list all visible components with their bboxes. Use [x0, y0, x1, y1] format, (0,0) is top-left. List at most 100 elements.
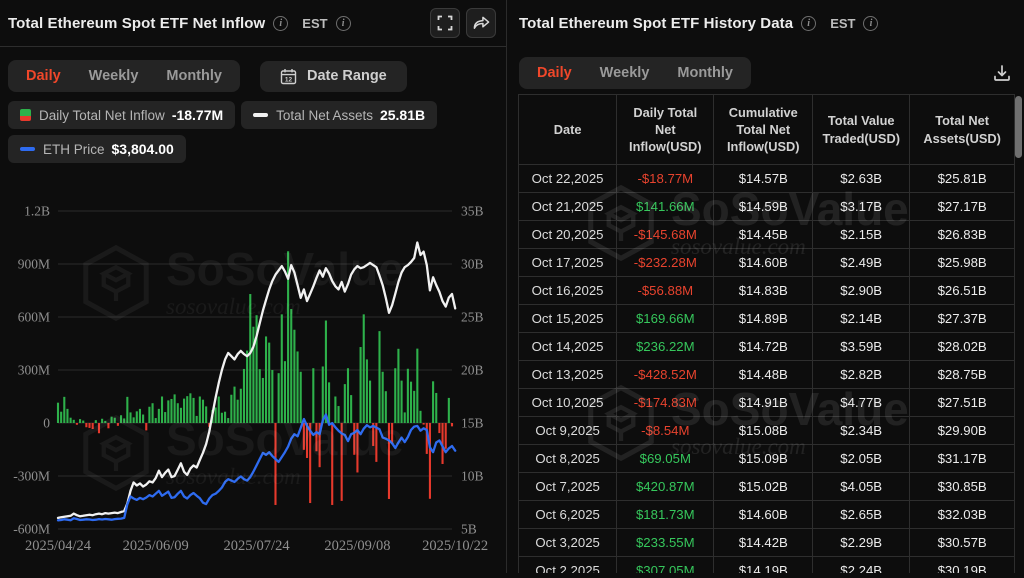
inflow-bar [385, 391, 387, 423]
y-axis-label-right: 5B [461, 522, 477, 537]
table-row[interactable]: Oct 16,2025-$56.88M$14.83B$2.90B$26.51B [519, 277, 1015, 305]
tab-monthly[interactable]: Monthly [677, 65, 733, 81]
y-axis-label-right: 30B [461, 257, 484, 272]
cumulative-cell: $14.72B [714, 333, 813, 361]
y-axis-label-right: 35B [461, 204, 484, 219]
inflow-cell: $236.22M [617, 333, 714, 361]
col-header-cumulative: Cumulative Total Net Inflow(USD) [714, 95, 813, 165]
inflow-bar [419, 411, 421, 423]
table-row[interactable]: Oct 20,2025-$145.68M$14.45B$2.15B$26.83B [519, 221, 1015, 249]
period-tab-group: Daily Weekly Monthly [519, 57, 751, 89]
assets-cell: $30.85B [910, 473, 1015, 501]
traded-cell: $2.15B [813, 221, 910, 249]
legend-item-eth-price[interactable]: ETH Price $3,804.00 [8, 135, 186, 163]
inflow-cell: $141.66M [617, 193, 714, 221]
inflow-bar [233, 387, 235, 423]
traded-cell: $4.05B [813, 473, 910, 501]
inflow-bar [221, 413, 223, 423]
inflow-bar [133, 417, 135, 423]
table-row[interactable]: Oct 17,2025-$232.28M$14.60B$2.49B$25.98B [519, 249, 1015, 277]
assets-cell: $27.51B [910, 389, 1015, 417]
period-tab-group: Daily Weekly Monthly [8, 60, 240, 92]
inflow-bar [293, 330, 295, 423]
page-title: Total Ethereum Spot ETF Net Inflow [8, 15, 265, 32]
inflow-bar [111, 417, 113, 423]
inflow-bar [401, 381, 403, 423]
table-row[interactable]: Oct 3,2025$233.55M$14.42B$2.29B$30.57B [519, 529, 1015, 557]
date-cell: Oct 10,2025 [519, 389, 617, 417]
tab-daily[interactable]: Daily [537, 65, 572, 81]
traded-cell: $2.90B [813, 277, 910, 305]
traded-cell: $2.63B [813, 165, 910, 193]
date-range-button[interactable]: 12 Date Range [260, 61, 407, 92]
cumulative-cell: $14.57B [714, 165, 813, 193]
info-icon[interactable]: i [801, 16, 816, 31]
traded-cell: $2.34B [813, 417, 910, 445]
x-axis-label: 2025/09/08 [324, 538, 390, 554]
inflow-bar [95, 420, 97, 423]
inflow-bar [344, 384, 346, 423]
inflow-bar [432, 381, 434, 423]
tab-weekly[interactable]: Weekly [600, 65, 650, 81]
date-cell: Oct 21,2025 [519, 193, 617, 221]
tab-monthly[interactable]: Monthly [166, 68, 222, 84]
inflow-bar [397, 349, 399, 423]
x-axis-label: 2025/04/24 [25, 538, 92, 554]
assets-cell: $25.81B [910, 165, 1015, 193]
legend-item-net-assets[interactable]: Total Net Assets 25.81B [241, 101, 437, 129]
cumulative-cell: $15.08B [714, 417, 813, 445]
table-row[interactable]: Oct 9,2025-$8.54M$15.08B$2.34B$29.90B [519, 417, 1015, 445]
assets-cell: $29.90B [910, 417, 1015, 445]
download-button[interactable] [992, 63, 1012, 83]
inflow-cell: -$18.77M [617, 165, 714, 193]
tab-weekly[interactable]: Weekly [89, 68, 139, 84]
table-row[interactable]: Oct 6,2025$181.73M$14.60B$2.65B$32.03B [519, 501, 1015, 529]
inflow-cell: $69.05M [617, 445, 714, 473]
tab-daily[interactable]: Daily [26, 68, 61, 84]
traded-cell: $2.29B [813, 529, 910, 557]
inflow-bar [243, 369, 245, 423]
inflow-bar [189, 393, 191, 423]
table-row[interactable]: Oct 8,2025$69.05M$15.09B$2.05B$31.17B [519, 445, 1015, 473]
table-row[interactable]: Oct 7,2025$420.87M$15.02B$4.05B$30.85B [519, 473, 1015, 501]
inflow-cell: -$232.28M [617, 249, 714, 277]
date-cell: Oct 15,2025 [519, 305, 617, 333]
legend-item-net-inflow[interactable]: Daily Total Net Inflow -18.77M [8, 101, 235, 129]
inflow-bar [107, 423, 109, 428]
table-title: Total Ethereum Spot ETF History Data [519, 15, 793, 32]
share-button[interactable] [466, 8, 496, 38]
fullscreen-button[interactable] [430, 8, 460, 38]
inflow-bar [129, 412, 131, 423]
inflow-bar [170, 399, 172, 423]
date-cell: Oct 9,2025 [519, 417, 617, 445]
legend-label: Daily Total Net Inflow [39, 108, 165, 123]
inflow-bar [152, 403, 154, 423]
inflow-cell: -$145.68M [617, 221, 714, 249]
info-icon[interactable]: i [273, 16, 288, 31]
inflow-bar [438, 423, 440, 433]
blue-dash-icon [20, 147, 35, 152]
legend-label: Total Net Assets [276, 108, 373, 123]
table-row[interactable]: Oct 22,2025-$18.77M$14.57B$2.63B$25.81B [519, 165, 1015, 193]
timezone-info-icon[interactable]: i [336, 16, 351, 31]
date-range-label: Date Range [307, 68, 387, 84]
inflow-cell: $307.05M [617, 557, 714, 574]
table-row[interactable]: Oct 2,2025$307.05M$14.19B$2.24B$30.19B [519, 557, 1015, 574]
traded-cell: $2.82B [813, 361, 910, 389]
inflow-bar [174, 394, 176, 423]
assets-cell: $27.17B [910, 193, 1015, 221]
table-row[interactable]: Oct 10,2025-$174.83M$14.91B$4.77B$27.51B [519, 389, 1015, 417]
y-axis-label-left: 900M [18, 257, 50, 272]
table-row[interactable]: Oct 14,2025$236.22M$14.72B$3.59B$28.02B [519, 333, 1015, 361]
inflow-bar [117, 423, 119, 426]
table-scrollbar[interactable] [1015, 96, 1022, 158]
assets-cell: $32.03B [910, 501, 1015, 529]
table-row[interactable]: Oct 13,2025-$428.52M$14.48B$2.82B$28.75B [519, 361, 1015, 389]
inflow-bar [240, 389, 242, 423]
y-axis-label-left: 600M [18, 310, 50, 325]
table-row[interactable]: Oct 15,2025$169.66M$14.89B$2.14B$27.37B [519, 305, 1015, 333]
table-row[interactable]: Oct 21,2025$141.66M$14.59B$3.17B$27.17B [519, 193, 1015, 221]
timezone-info-icon[interactable]: i [863, 16, 878, 31]
cumulative-cell: $15.09B [714, 445, 813, 473]
inflow-bar [259, 369, 261, 423]
